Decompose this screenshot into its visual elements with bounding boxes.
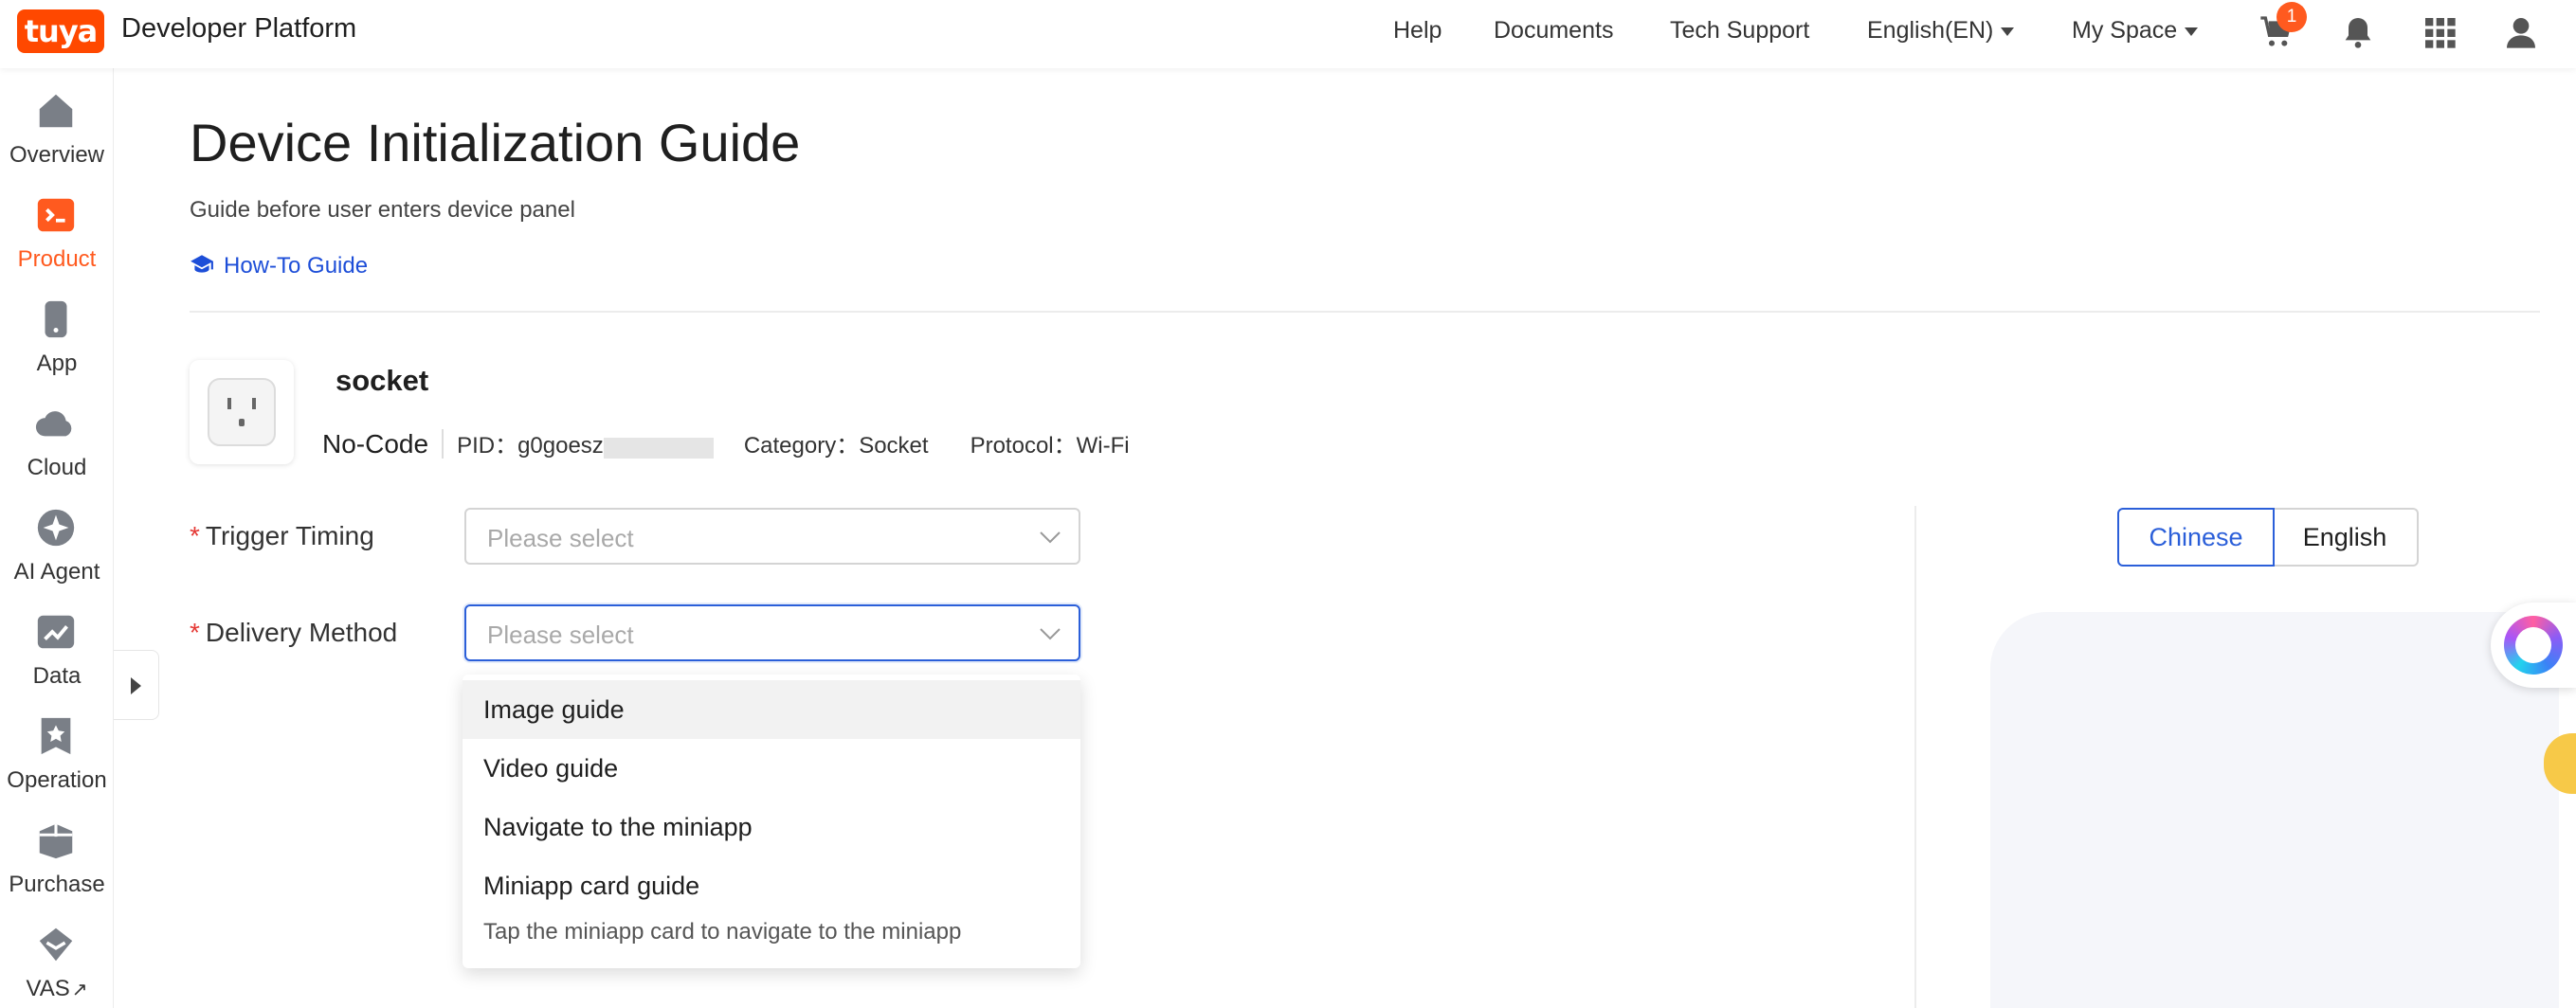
option-label: Image guide	[483, 695, 625, 724]
language-toggle: Chinese English	[2117, 508, 2419, 567]
language-label: English(EN)	[1867, 17, 1994, 44]
option-video-guide[interactable]: Video guide	[463, 739, 1080, 798]
sidebar-item-ai-agent[interactable]: AI Agent	[0, 495, 114, 589]
sidebar-item-app[interactable]: App	[0, 286, 114, 381]
sidebar-item-label: AI Agent	[13, 559, 100, 585]
graduation-cap-icon	[190, 255, 213, 273]
brand-title[interactable]: Developer Platform	[121, 13, 356, 45]
sidebar-item-label: VAS ↗	[0, 976, 114, 1002]
preview-divider	[1914, 506, 1916, 1008]
how-to-guide-link[interactable]: How-To Guide	[190, 252, 368, 279]
product-protocol: Protocol：Wi-Fi	[970, 433, 1130, 459]
option-miniapp-card-guide[interactable]: Miniapp card guide	[463, 856, 1080, 915]
sidebar-item-purchase[interactable]: Purchase	[0, 807, 114, 902]
option-navigate-miniapp[interactable]: Navigate to the miniapp	[463, 798, 1080, 856]
sidebar-item-label: Purchase	[9, 872, 105, 897]
option-image-guide[interactable]: Image guide	[463, 680, 1080, 739]
lang-english-button[interactable]: English	[2273, 508, 2419, 567]
external-link-icon: ↗	[71, 980, 88, 1000]
lang-chinese-button[interactable]: Chinese	[2117, 508, 2275, 567]
delivery-method-label: * Delivery Method	[190, 618, 397, 648]
option-description: Tap the miniapp card to navigate to the …	[483, 919, 962, 945]
my-space-label: My Space	[2072, 17, 2178, 44]
sidebar-item-vas[interactable]: VAS ↗	[0, 911, 114, 1006]
sidebar-item-operation[interactable]: Operation	[0, 703, 114, 798]
sidebar-item-label: Cloud	[27, 455, 87, 480]
cart-count-badge: 1	[2277, 2, 2307, 32]
phone-icon	[45, 300, 67, 338]
trigger-timing-label: * Trigger Timing	[190, 521, 374, 551]
my-space-dropdown[interactable]: My Space	[2072, 17, 2199, 45]
help-link[interactable]: Help	[1393, 17, 1442, 45]
trigger-timing-placeholder: Please select	[487, 524, 634, 552]
trigger-timing-select[interactable]: Please select	[464, 508, 1080, 565]
option-label: Navigate to the miniapp	[483, 813, 753, 841]
language-dropdown[interactable]: English(EN)	[1867, 17, 2015, 45]
home-icon	[39, 94, 73, 128]
how-to-guide-label: How-To Guide	[224, 253, 369, 279]
sidebar-item-overview[interactable]: Overview	[0, 78, 114, 172]
ai-assistant-float-button[interactable]	[2491, 603, 2576, 688]
product-pid: PID：g0goesz	[457, 433, 604, 459]
option-label: Miniapp card guide	[483, 872, 700, 900]
sidebar-item-product[interactable]: Product	[0, 182, 114, 277]
delivery-method-text: Delivery Method	[205, 618, 398, 647]
tuya-logo[interactable]: tuya	[17, 9, 104, 53]
chevron-down-icon	[2185, 27, 2199, 36]
sidebar-item-data[interactable]: Data	[0, 599, 114, 693]
star-bookmark-icon	[41, 717, 71, 755]
delivery-method-dropdown: Image guide Video guide Navigate to the …	[463, 675, 1080, 968]
required-mark: *	[190, 618, 200, 647]
vas-label: VAS	[26, 976, 70, 1001]
apps-grid-icon[interactable]	[2421, 13, 2458, 51]
delivery-method-select[interactable]: Please select	[464, 604, 1080, 661]
socket-icon	[208, 378, 276, 446]
box-icon	[39, 823, 73, 859]
product-image	[190, 360, 294, 464]
chart-icon	[37, 615, 75, 649]
trigger-timing-text: Trigger Timing	[205, 521, 374, 550]
product-category: Category：Socket	[743, 433, 929, 459]
chevron-right-icon	[131, 677, 141, 694]
header-divider	[190, 311, 2540, 313]
delivery-method-placeholder: Please select	[487, 621, 634, 649]
sidebar-item-cloud[interactable]: Cloud	[0, 390, 114, 485]
sidebar-item-label: Operation	[7, 767, 107, 793]
product-terminal-icon	[37, 198, 75, 232]
top-navigation-bar: tuya Developer Platform Help Documents T…	[0, 0, 2576, 68]
option-label: Video guide	[483, 754, 619, 783]
sidebar-item-label: App	[36, 351, 78, 376]
tech-support-link[interactable]: Tech Support	[1670, 17, 1809, 45]
user-avatar-icon[interactable]	[2502, 13, 2540, 51]
cloud-icon	[35, 411, 72, 437]
product-meta: No-Code PID：g0goesz Category：Socket Protoco…	[322, 426, 1130, 459]
product-mode: No-Code	[322, 429, 444, 459]
diamond-icon	[39, 927, 73, 962]
page-title: Device Initialization Guide	[190, 113, 801, 172]
chevron-down-icon	[1040, 531, 1061, 544]
pid-redaction	[603, 438, 714, 459]
page-subtitle: Guide before user enters device panel	[190, 197, 575, 223]
sidebar-expand-toggle[interactable]	[114, 650, 159, 720]
bell-icon[interactable]	[2339, 13, 2377, 51]
product-name: socket	[336, 364, 429, 397]
sidebar-item-label: Data	[32, 663, 82, 689]
required-mark: *	[190, 521, 200, 550]
ai-sparkle-icon	[37, 509, 75, 547]
ai-orb-icon	[2504, 616, 2563, 675]
chevron-down-icon	[1040, 628, 1061, 640]
sidebar-item-label: Product	[17, 246, 97, 272]
documents-link[interactable]: Documents	[1494, 17, 1613, 45]
phone-preview	[1990, 612, 2559, 1008]
chevron-down-icon	[2001, 27, 2015, 36]
left-sidebar: Overview Product App Cloud AI Agent Data…	[0, 68, 114, 1008]
sidebar-item-label: Overview	[9, 142, 105, 168]
